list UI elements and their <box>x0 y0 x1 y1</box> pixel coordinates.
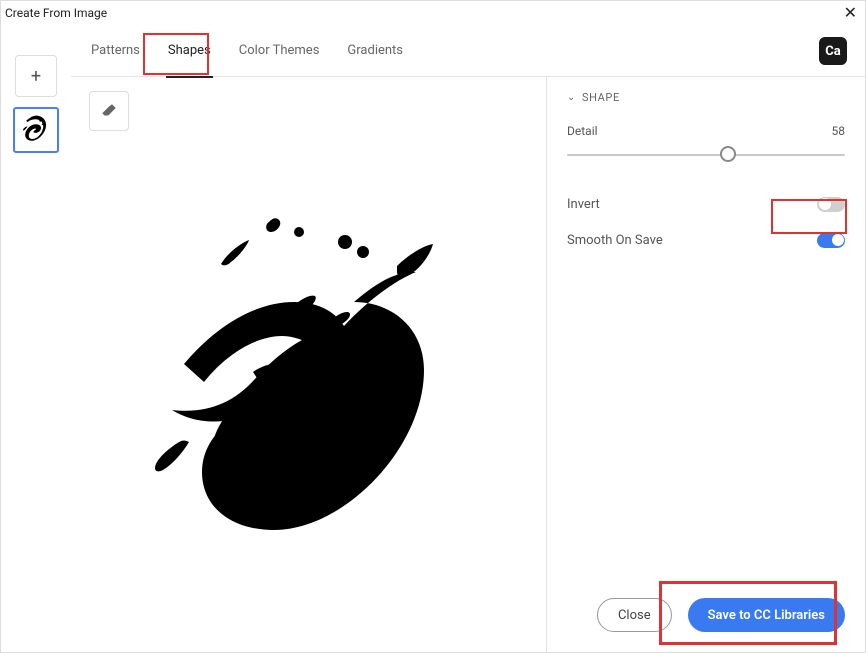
detail-label: Detail <box>567 124 598 138</box>
tabs-row: Patterns Shapes Color Themes Gradients C… <box>71 25 865 77</box>
tab-shapes[interactable]: Shapes <box>166 37 213 64</box>
content-column: Patterns Shapes Color Themes Gradients C… <box>71 25 865 652</box>
side-panel: ⌄ Shape Detail 58 Invert Smooth On Save <box>547 77 865 652</box>
plus-icon: + <box>31 66 41 87</box>
save-button-label: Save to CC Libraries <box>708 608 825 623</box>
thumbnail-art <box>18 112 54 148</box>
smooth-row: Smooth On Save <box>567 222 845 258</box>
close-icon[interactable]: ✕ <box>844 5 857 21</box>
workspace: ⌄ Shape Detail 58 Invert Smooth On Save <box>71 77 865 652</box>
close-button[interactable]: Close <box>597 598 672 632</box>
tab-gradients[interactable]: Gradients <box>345 37 405 64</box>
save-to-cc-libraries-button[interactable]: Save to CC Libraries <box>688 598 845 632</box>
shape-preview <box>149 202 469 582</box>
invert-toggle[interactable] <box>817 197 845 212</box>
eraser-icon <box>100 102 118 120</box>
close-button-label: Close <box>618 608 651 623</box>
section-title: Shape <box>582 91 620 104</box>
detail-value: 58 <box>832 124 846 138</box>
tab-patterns[interactable]: Patterns <box>89 37 142 64</box>
invert-row: Invert <box>567 186 845 222</box>
detail-slider[interactable] <box>567 144 845 164</box>
slider-track-line <box>567 154 845 156</box>
section-header-shape[interactable]: ⌄ Shape <box>567 91 845 104</box>
titlebar: Create From Image ✕ <box>1 1 865 25</box>
image-thumbnail-selected[interactable] <box>13 107 59 153</box>
ca-icon: Ca <box>825 44 840 59</box>
invert-label: Invert <box>567 197 600 212</box>
footer-actions: Close Save to CC Libraries <box>597 598 845 632</box>
chevron-down-icon: ⌄ <box>567 92 576 103</box>
eraser-tool[interactable] <box>89 91 129 131</box>
main-area: + Patterns Shapes Color Themes Gradients… <box>1 25 865 652</box>
capture-app-badge[interactable]: Ca <box>819 37 847 65</box>
slider-knob[interactable] <box>720 146 736 162</box>
add-image-button[interactable]: + <box>15 55 57 97</box>
smooth-toggle[interactable] <box>817 233 845 248</box>
window-title: Create From Image <box>5 6 107 20</box>
toggle-dot <box>819 198 831 210</box>
detail-row: Detail 58 <box>567 124 845 138</box>
smooth-label: Smooth On Save <box>567 233 663 248</box>
preview-stage <box>71 131 546 652</box>
canvas-column <box>71 77 547 652</box>
tab-color-themes[interactable]: Color Themes <box>237 37 322 64</box>
toggle-dot <box>832 234 844 246</box>
left-rail: + <box>1 25 71 652</box>
